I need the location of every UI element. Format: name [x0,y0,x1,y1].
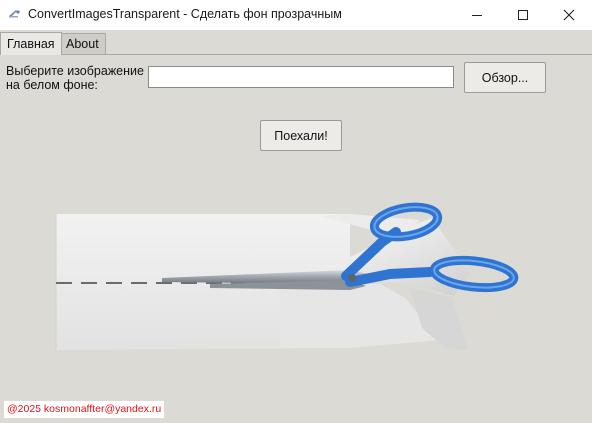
tab-divider [0,54,592,55]
minimize-icon [471,9,483,21]
footer-copyright: @2025 kosmonaffter@yandex.ru [4,401,165,418]
image-prompt-label: Выберите изображение на белом фоне: [6,64,144,92]
window-title: ConvertImagesTransparent - Сделать фон п… [28,7,342,21]
minimize-button[interactable] [454,0,500,30]
image-path-input[interactable] [148,66,454,88]
maximize-icon [517,9,529,21]
tab-main[interactable]: Главная [0,32,62,55]
browse-button[interactable]: Обзор... [464,62,546,93]
go-button[interactable]: Поехали! [260,120,342,151]
app-icon [6,7,22,23]
maximize-button[interactable] [500,0,546,30]
tab-about[interactable]: About [59,33,106,54]
close-button[interactable] [546,0,592,30]
scissors-cutting-paper-image [50,198,530,358]
close-icon [563,9,575,21]
app-window: ConvertImagesTransparent - Сделать фон п… [0,0,592,423]
title-bar[interactable]: ConvertImagesTransparent - Сделать фон п… [0,0,592,30]
